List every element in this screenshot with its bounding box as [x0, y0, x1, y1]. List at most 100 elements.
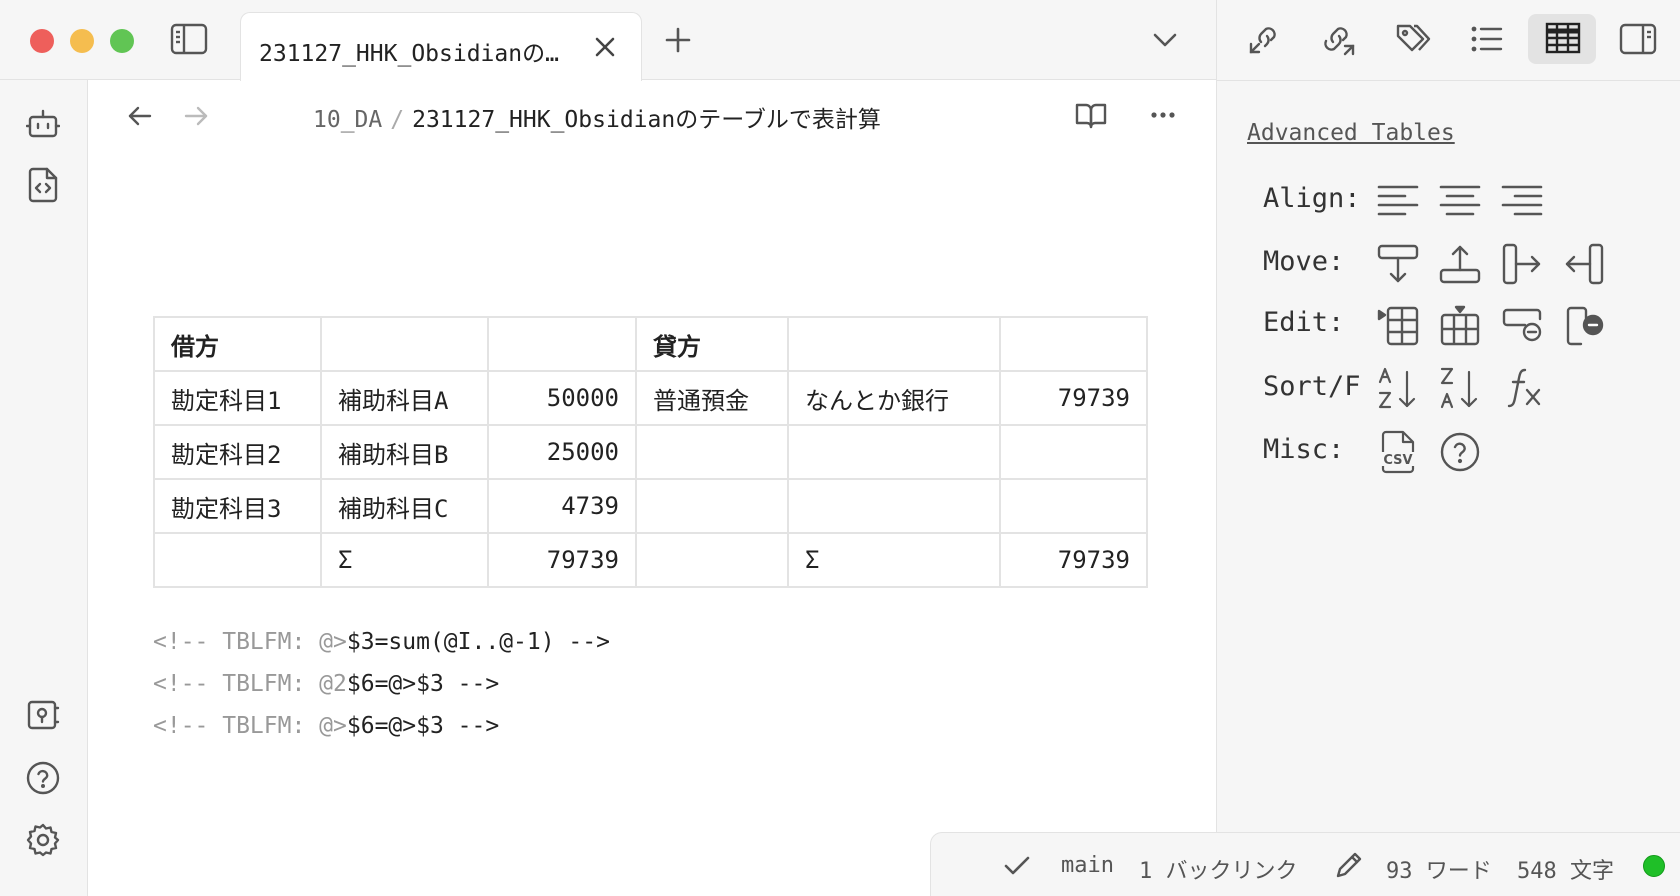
table-cell[interactable]: 4739: [487, 478, 637, 534]
left-ribbon: [0, 80, 88, 896]
tblfm-comment-line[interactable]: <!-- TBLFM: @2$6=@>$3 -->: [153, 671, 499, 697]
move-row-up-icon[interactable]: [1439, 243, 1481, 285]
table-cell[interactable]: [635, 478, 789, 534]
export-csv-icon[interactable]: CSV: [1377, 430, 1419, 474]
reading-view-book-icon[interactable]: [1075, 101, 1107, 129]
left-sidebar-toggle-icon[interactable]: [170, 22, 208, 56]
backlinks-count[interactable]: 1 バックリンク: [1139, 853, 1298, 885]
table-cell[interactable]: [787, 424, 1001, 480]
advanced-tables-title[interactable]: Advanced Tables: [1247, 120, 1455, 146]
sync-status-dot[interactable]: [1643, 855, 1665, 877]
table-cell[interactable]: [635, 532, 789, 588]
table-cell[interactable]: [999, 316, 1148, 372]
table-cell[interactable]: [487, 316, 637, 372]
table-cell[interactable]: 79739: [487, 532, 637, 588]
table-cell[interactable]: 借方: [153, 316, 322, 372]
table-cell[interactable]: 勘定科目1: [153, 370, 322, 426]
bot-icon[interactable]: [26, 107, 60, 141]
outline-icon[interactable]: [1471, 24, 1503, 54]
window-minimize-button[interactable]: [70, 29, 94, 53]
insert-column-icon[interactable]: [1439, 305, 1481, 347]
new-tab-icon[interactable]: [664, 26, 692, 54]
table-cell[interactable]: Σ: [320, 532, 489, 588]
table-cell[interactable]: 79739: [999, 370, 1148, 426]
table-cell[interactable]: 勘定科目2: [153, 424, 322, 480]
word-count: 93 ワード: [1386, 859, 1492, 884]
table-cell[interactable]: なんとか銀行: [787, 370, 1001, 426]
table-cell[interactable]: 50000: [487, 370, 637, 426]
char-count: 548 文字: [1517, 859, 1614, 884]
right-sidebar: Advanced Tables Align: Move: Edit: Sort/…: [1216, 0, 1680, 896]
table-cell[interactable]: [153, 532, 322, 588]
align-center-icon[interactable]: [1439, 182, 1481, 220]
links-out-icon[interactable]: [1321, 22, 1355, 56]
table-cell[interactable]: [635, 424, 789, 480]
tblfm-prefix: <!-- TBLFM: @>: [153, 713, 347, 739]
status-bar: main 1 バックリンク 93 ワード 548 文字: [930, 832, 1680, 896]
table-cell[interactable]: [787, 478, 1001, 534]
table-cell[interactable]: [787, 316, 1001, 372]
tblfm-comment-line[interactable]: <!-- TBLFM: @>$3=sum(@I..@-1) -->: [153, 629, 610, 655]
git-branch-status[interactable]: main: [1061, 853, 1114, 878]
delete-column-icon[interactable]: [1563, 305, 1605, 347]
breadcrumb-separator: /: [390, 107, 405, 133]
breadcrumb-folder[interactable]: 10_DA: [313, 107, 382, 133]
move-column-left-icon[interactable]: [1563, 243, 1605, 285]
table-cell[interactable]: Σ: [787, 532, 1001, 588]
table-cell[interactable]: 補助科目C: [320, 478, 489, 534]
table-cell[interactable]: [999, 424, 1148, 480]
sort-descending-icon[interactable]: [1439, 366, 1481, 410]
tblfm-formula: $6=@>$3 -->: [346, 671, 500, 697]
table-cell[interactable]: 普通預金: [635, 370, 789, 426]
settings-icon[interactable]: [25, 822, 61, 858]
table-row: 借方 貸方: [153, 316, 1148, 372]
tab-list-chevron-down-icon[interactable]: [1152, 30, 1178, 50]
table-row: 勘定科目1 補助科目A 50000 普通預金 なんとか銀行 79739: [153, 370, 1148, 426]
table-cell[interactable]: 補助科目B: [320, 424, 489, 480]
tab-active[interactable]: 231127_HHK_Obsidianの…: [240, 12, 642, 81]
table-row: 勘定科目3 補助科目C 4739: [153, 478, 1148, 534]
tags-icon[interactable]: [1395, 22, 1431, 56]
file-code-icon[interactable]: [27, 167, 59, 203]
align-left-icon[interactable]: [1377, 182, 1419, 220]
table-cell[interactable]: [320, 316, 489, 372]
insert-row-icon[interactable]: [1377, 305, 1419, 347]
window-zoom-button[interactable]: [110, 29, 134, 53]
right-sidebar-toggle-icon[interactable]: [1619, 22, 1657, 56]
sort-ascending-icon[interactable]: [1377, 366, 1419, 410]
backlinks-in-icon[interactable]: [1247, 22, 1281, 56]
help-circle-icon[interactable]: [1439, 430, 1481, 474]
move-row-down-icon[interactable]: [1377, 243, 1419, 285]
table-icon[interactable]: [1545, 22, 1581, 54]
delete-row-icon[interactable]: [1501, 305, 1543, 347]
sync-check-icon[interactable]: [1003, 855, 1031, 877]
tblfm-comment-line[interactable]: <!-- TBLFM: @>$6=@>$3 -->: [153, 713, 499, 739]
pencil-edit-icon[interactable]: [1335, 851, 1363, 879]
tblfm-formula: $6=@>$3 -->: [346, 713, 500, 739]
breadcrumb: 10_DA / 231127_HHK_Obsidianのテーブルで表計算: [313, 100, 881, 134]
close-tab-icon[interactable]: [593, 35, 617, 59]
misc-label: Misc:: [1263, 434, 1345, 465]
more-options-icon[interactable]: [1150, 108, 1176, 122]
align-label: Align:: [1263, 183, 1361, 214]
vault-icon[interactable]: [26, 698, 60, 732]
window-close-button[interactable]: [30, 29, 54, 53]
table-cell[interactable]: 勘定科目3: [153, 478, 322, 534]
table-cell[interactable]: 25000: [487, 424, 637, 480]
move-column-right-icon[interactable]: [1501, 243, 1543, 285]
tblfm-prefix: <!-- TBLFM: @2: [153, 671, 347, 697]
back-arrow-icon[interactable]: [127, 104, 153, 128]
table-row: 勘定科目2 補助科目B 25000: [153, 424, 1148, 480]
forward-arrow-icon[interactable]: [183, 104, 209, 128]
table-cell[interactable]: 貸方: [635, 316, 789, 372]
align-right-icon[interactable]: [1501, 182, 1543, 220]
title-bar: 231127_HHK_Obsidianの…: [0, 0, 1216, 81]
help-icon[interactable]: [25, 760, 61, 796]
move-label: Move:: [1263, 246, 1345, 277]
table-cell[interactable]: [999, 478, 1148, 534]
table-cell[interactable]: 79739: [999, 532, 1148, 588]
table-cell[interactable]: 補助科目A: [320, 370, 489, 426]
formula-fx-icon[interactable]: [1507, 366, 1543, 410]
breadcrumb-file[interactable]: 231127_HHK_Obsidianのテーブルで表計算: [412, 107, 881, 133]
edit-label: Edit:: [1263, 307, 1345, 338]
